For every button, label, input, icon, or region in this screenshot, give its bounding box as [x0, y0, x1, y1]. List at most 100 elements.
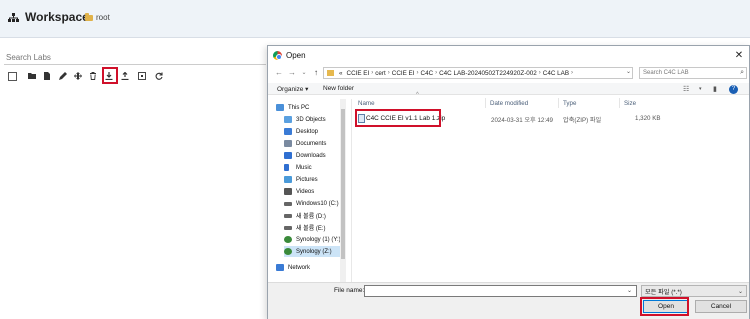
close-button[interactable]: ✕: [729, 46, 749, 64]
breadcrumb-item[interactable]: C4C: [421, 70, 434, 77]
file-date: 2024-03-31 오후 12:49: [491, 117, 553, 124]
sidebar-item-pictures[interactable]: Pictures: [284, 174, 344, 185]
column-header-type[interactable]: Type: [563, 100, 576, 107]
column-separator[interactable]: [619, 98, 620, 108]
search-placeholder: Search C4C LAB: [643, 70, 689, 76]
desktop-icon: [284, 128, 292, 135]
navigation-scrollbar[interactable]: [340, 99, 346, 282]
navigation-pane: This PC 3D Objects Desktop Documents Dow…: [272, 99, 350, 282]
breadcrumb-item[interactable]: cert: [375, 70, 386, 77]
breadcrumb-separator: ›: [387, 70, 390, 76]
network-drive-icon: [284, 248, 292, 255]
import-highlight: [102, 67, 118, 84]
sidebar-item-label: Synology (1) (Y:): [296, 236, 341, 243]
file-type-select[interactable]: 모든 파일 (*.*) ⌄: [641, 285, 747, 297]
organize-menu[interactable]: Organize ▾: [277, 85, 308, 93]
breadcrumb-separator: ›: [538, 70, 541, 76]
file-type-value: 모든 파일 (*.*): [645, 288, 682, 296]
cancel-button[interactable]: Cancel: [695, 300, 747, 313]
command-bar: Organize ▾ New folder ☷ ▾ ▮ ?: [268, 83, 749, 95]
sidebar-item-label: Pictures: [296, 176, 318, 183]
column-separator[interactable]: [485, 98, 486, 108]
root-label: root: [96, 13, 110, 22]
chevron-down-icon: ⌄: [737, 289, 743, 295]
breadcrumb-separator: ›: [371, 70, 374, 76]
pane-divider[interactable]: [351, 99, 352, 282]
sidebar-item-videos[interactable]: Videos: [284, 186, 344, 197]
column-header-size[interactable]: Size: [624, 100, 636, 107]
drive-icon: [284, 213, 292, 218]
sidebar-item-label: Network: [288, 264, 311, 271]
search-input[interactable]: Search C4C LAB ⌕: [639, 67, 747, 79]
file-highlight: [355, 109, 441, 127]
file-name-dropdown-icon[interactable]: ⌄: [627, 287, 632, 294]
move-icon[interactable]: [73, 71, 83, 81]
breadcrumb-root[interactable]: root: [85, 12, 110, 22]
column-header-date[interactable]: Date modified: [490, 100, 528, 107]
view-dropdown-icon[interactable]: ▾: [699, 86, 702, 92]
edit-icon[interactable]: [58, 71, 68, 81]
view-options-icon[interactable]: ☷: [683, 85, 689, 93]
sidebar-item-downloads[interactable]: Downloads: [284, 150, 344, 161]
video-icon: [284, 188, 292, 195]
sidebar-item-drive-e[interactable]: 새 볼륨 (E:): [284, 222, 344, 233]
refresh-icon[interactable]: [154, 71, 164, 81]
address-dropdown-icon[interactable]: ⌄: [626, 68, 631, 75]
dialog-titlebar: Open ✕: [268, 46, 749, 66]
breadcrumb-item[interactable]: CCIE EI: [392, 70, 415, 77]
export-icon[interactable]: [120, 71, 130, 81]
search-icon: ⌕: [740, 69, 744, 76]
preview-pane-icon[interactable]: ▮: [713, 85, 717, 93]
sidebar-item-label: Videos: [296, 188, 315, 195]
file-list: ^ Name Date modified Type Size C4C CCIE …: [353, 92, 748, 281]
document-icon: [284, 140, 292, 147]
breadcrumb-separator: ›: [571, 70, 574, 76]
search-labs-input[interactable]: [4, 51, 266, 65]
breadcrumb-item[interactable]: C4C LAB: [543, 70, 569, 77]
sidebar-item-music[interactable]: Music: [284, 162, 344, 173]
folder-icon: [85, 12, 93, 21]
sidebar-item-drive-c[interactable]: Windows10 (C:): [284, 198, 344, 209]
up-button[interactable]: ↑: [311, 68, 321, 77]
address-bar[interactable]: « CCIE EI › cert › CCIE EI › C4C › C4C L…: [323, 67, 633, 79]
dialog-title: Open: [286, 51, 306, 60]
clone-icon[interactable]: [137, 71, 147, 81]
breadcrumb-item[interactable]: C4C LAB-20240502T224920Z-002: [439, 70, 537, 77]
sidebar-item-label: Windows10 (C:): [296, 200, 339, 207]
new-file-icon[interactable]: [42, 71, 52, 81]
network-drive-icon: [284, 236, 292, 243]
chrome-icon: [273, 51, 282, 60]
download-icon: [284, 152, 292, 159]
breadcrumb-item[interactable]: CCIE EI: [347, 70, 370, 77]
scrollbar-thumb[interactable]: [341, 109, 345, 259]
open-folder-icon[interactable]: [27, 71, 37, 81]
sidebar-item-desktop[interactable]: Desktop: [284, 126, 344, 137]
select-all-checkbox[interactable]: [7, 71, 17, 81]
sidebar-item-label: Music: [296, 164, 312, 171]
delete-icon[interactable]: [88, 71, 98, 81]
network-icon: [276, 264, 284, 271]
column-header-name[interactable]: Name: [358, 100, 375, 107]
forward-button[interactable]: →: [287, 68, 297, 77]
file-name-input[interactable]: [364, 285, 637, 297]
help-icon[interactable]: ?: [729, 85, 738, 94]
breadcrumb-overflow[interactable]: «: [339, 70, 343, 77]
sitemap-icon: [8, 12, 19, 22]
sidebar-item-3d-objects[interactable]: 3D Objects: [284, 114, 344, 125]
open-highlight: [640, 297, 689, 316]
pc-icon: [276, 104, 284, 111]
new-folder-button[interactable]: New folder: [323, 85, 354, 92]
sidebar-item-this-pc[interactable]: This PC: [276, 102, 346, 113]
column-separator[interactable]: [558, 98, 559, 108]
recent-locations-button[interactable]: ⌄: [299, 69, 309, 76]
breadcrumb-separator: ›: [435, 70, 438, 76]
sidebar-item-synology-z[interactable]: Synology (Z:): [284, 246, 344, 257]
sidebar-item-drive-d[interactable]: 새 볼륨 (D:): [284, 210, 344, 221]
sidebar-item-documents[interactable]: Documents: [284, 138, 344, 149]
sidebar-item-synology-y[interactable]: Synology (1) (Y:): [284, 234, 344, 245]
drive-icon: [284, 201, 292, 206]
sidebar-item-label: 3D Objects: [296, 116, 326, 123]
back-button[interactable]: ←: [274, 68, 284, 77]
sidebar-item-network[interactable]: Network: [276, 262, 346, 273]
sidebar-item-label: Downloads: [296, 152, 326, 159]
